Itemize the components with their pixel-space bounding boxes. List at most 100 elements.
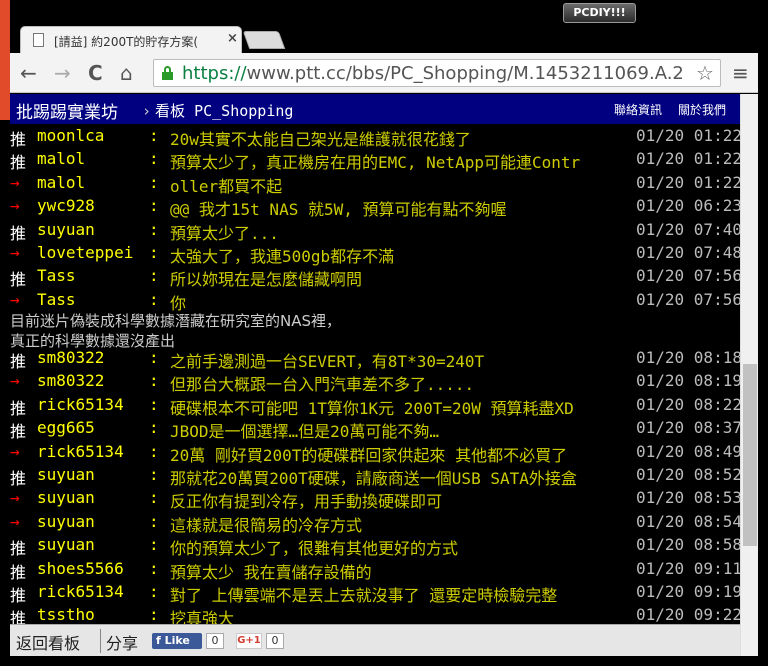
share-label: 分享: [106, 634, 139, 653]
push-comment-row: 推 egg665: JBOD是一個選擇…但是20萬可能不夠… 01/20 08:37: [10, 418, 740, 441]
comment-user-id[interactable]: shoes5566: [37, 559, 124, 578]
push-comment-row: 推 rick65134: 對了 上傳雲端不是丟上去就沒事了 還要定時檢驗完整 01/2…: [10, 582, 740, 605]
comment-colon: :: [149, 488, 159, 508]
comment-colon: :: [149, 418, 159, 438]
push-tag: 推: [10, 153, 27, 173]
comment-timestamp: 01/20 08:53: [636, 488, 740, 508]
comment-timestamp: 01/20 08:49: [636, 441, 740, 461]
push-tag: 推: [10, 352, 27, 371]
comment-text: 所以妳現在是怎麼儲藏啊問: [170, 270, 363, 290]
push-tag: →: [10, 243, 20, 262]
lock-icon: [162, 66, 173, 80]
browser-menu-icon[interactable]: ≡: [732, 61, 749, 85]
push-comment-row: → malol: oller都買不起 01/20 01:22: [10, 173, 740, 196]
push-comment-row: → ywc928: @@ 我才15t NAS 就5W, 預算可能有點不夠喔 01/20…: [10, 196, 740, 219]
comment-user-id[interactable]: suyuan: [37, 535, 95, 554]
facebook-like-button[interactable]: f Like: [152, 633, 202, 649]
comment-timestamp: 01/20 09:19: [636, 582, 740, 601]
comment-timestamp: 01/20 01:22: [636, 172, 740, 192]
back-to-board-button[interactable]: 返回看板: [16, 630, 80, 654]
push-comment-row: 推 suyuan: 預算太少了... 01/20 07:40: [10, 220, 740, 243]
comment-colon: :: [149, 149, 159, 169]
push-comment-row: 推 moonlca:20w其實不太能自己架光是維護就很花錢了 01/20 01:22: [10, 126, 740, 149]
comment-timestamp: 01/20 07:48: [636, 243, 740, 262]
comment-text: JBOD是一個選擇…但是20萬可能不夠…: [170, 422, 440, 442]
back-arrow-icon[interactable]: ←: [20, 61, 37, 85]
comment-text: 硬碟根本不可能吧 1T算你1K元 200T=20W 預算耗盡XD: [170, 398, 574, 418]
comment-user-id[interactable]: egg665: [37, 418, 95, 437]
url-text[interactable]: https://www.ptt.cc/bbs/PC_Shopping/M.145…: [182, 63, 682, 84]
comment-text: 對了 上傳雲端不是丟上去就沒事了 還要定時檢驗完整: [170, 586, 558, 605]
site-logo-link[interactable]: 批踢踢實業坊: [16, 98, 118, 123]
comment-user-id[interactable]: rick65134: [37, 442, 124, 461]
comment-colon: :: [149, 582, 159, 601]
push-comment-row: 推 suyuan: 那就花20萬買200T硬碟，請廠商送一個USB SATA外接盒 0…: [10, 465, 740, 488]
push-comment-row: → sm80322: 但那台大概跟一台入門汽車差不多了..... 01/20 08:1…: [10, 371, 740, 394]
comment-user-id[interactable]: malol: [37, 173, 85, 192]
comment-colon: :: [149, 172, 159, 192]
comment-user-id[interactable]: loveteppei: [37, 243, 133, 262]
article-body-line: 真正的科學數據還沒產出: [10, 332, 176, 350]
bookmark-star-icon[interactable]: ☆: [696, 61, 714, 85]
push-tag: →: [10, 172, 20, 192]
google-plus-button[interactable]: G+1: [236, 633, 262, 649]
google-plus-count: 0: [266, 633, 284, 649]
new-tab-button[interactable]: [242, 31, 286, 49]
comment-timestamp: 01/20 06:23: [636, 196, 740, 216]
contact-link[interactable]: 聯絡資訊: [614, 101, 662, 118]
comment-colon: :: [149, 243, 159, 262]
footer-divider: [100, 629, 101, 653]
comment-text: 挖真強大: [170, 609, 235, 624]
comment-user-id[interactable]: moonlca: [37, 126, 104, 145]
comment-user-id[interactable]: rick65134: [37, 395, 124, 414]
comment-timestamp: 01/20 08:54: [636, 511, 740, 531]
forward-arrow-icon[interactable]: →: [54, 61, 71, 85]
tab-close-icon[interactable]: ×: [227, 31, 238, 46]
push-comment-row: 推 Tass: 所以妳現在是怎麼儲藏啊問 01/20 07:56: [10, 266, 740, 289]
push-comment-row: 推 malol: 預算太少了，真正機房在用的EMC, NetApp可能連Contr 0…: [10, 149, 740, 172]
comment-user-id[interactable]: suyuan: [37, 465, 95, 484]
reload-icon[interactable]: C: [88, 61, 103, 85]
comment-timestamp: 01/20 08:18: [636, 348, 740, 367]
comment-user-id[interactable]: rick65134: [37, 582, 124, 601]
comment-timestamp: 01/20 09:11: [636, 558, 740, 578]
push-tag: 推: [10, 539, 27, 559]
comment-timestamp: 01/20 08:52: [636, 465, 740, 484]
push-tag: →: [10, 371, 20, 391]
comment-user-id[interactable]: Tass: [37, 290, 76, 309]
comment-user-id[interactable]: malol: [37, 149, 85, 168]
scrollbar-thumb[interactable]: [743, 364, 757, 546]
comment-text: 太強大了，我連500gb都存不滿: [170, 247, 395, 266]
push-tag: 推: [10, 398, 27, 418]
browser-tab[interactable]: [請益] 約200T的貯存方案( ×: [20, 26, 242, 53]
comment-text: @@ 我才15t NAS 就5W, 預算可能有點不夠喔: [170, 200, 507, 220]
address-bar[interactable]: https://www.ptt.cc/bbs/PC_Shopping/M.145…: [153, 59, 721, 87]
comment-text: 但那台大概跟一台入門汽車差不多了.....: [170, 375, 475, 395]
comment-colon: :: [149, 441, 159, 461]
push-tag: 推: [10, 223, 27, 243]
push-tag: →: [10, 441, 20, 461]
comment-user-id[interactable]: suyuan: [37, 512, 95, 531]
push-tag: 推: [10, 562, 27, 582]
push-tag: 推: [10, 130, 27, 149]
comment-colon: :: [149, 535, 159, 555]
push-comment-row: → suyuan: 這樣就是很簡易的冷存方式 01/20 08:54: [10, 512, 740, 535]
board-breadcrumb[interactable]: › 看板 PC_Shopping: [142, 100, 293, 121]
push-comment-row: → loveteppei: 太強大了，我連500gb都存不滿 01/20 07:48: [10, 243, 740, 266]
about-link[interactable]: 關於我們: [678, 101, 726, 118]
pcdiy-badge: PCDIY!!!: [563, 3, 636, 23]
page-scrollbar[interactable]: [740, 94, 758, 656]
comment-user-id[interactable]: suyuan: [37, 488, 95, 507]
comment-user-id[interactable]: ywc928: [37, 196, 95, 215]
comment-user-id[interactable]: Tass: [37, 266, 76, 285]
comment-timestamp: 01/20 01:22: [636, 126, 740, 145]
comment-text: 之前手邊測過一台SEVERT，有8T*30=240T: [170, 352, 485, 371]
comment-user-id[interactable]: sm80322: [37, 348, 104, 367]
comment-user-id[interactable]: tsstho: [37, 605, 95, 624]
home-icon[interactable]: ⌂: [120, 61, 133, 85]
push-comment-row: 推 sm80322: 之前手邊測過一台SEVERT，有8T*30=240T 01/20…: [10, 348, 740, 371]
comment-user-id[interactable]: suyuan: [37, 220, 95, 239]
comment-timestamp: 01/20 08:22: [636, 394, 740, 414]
push-tag: →: [10, 488, 20, 508]
comment-user-id[interactable]: sm80322: [37, 371, 104, 390]
